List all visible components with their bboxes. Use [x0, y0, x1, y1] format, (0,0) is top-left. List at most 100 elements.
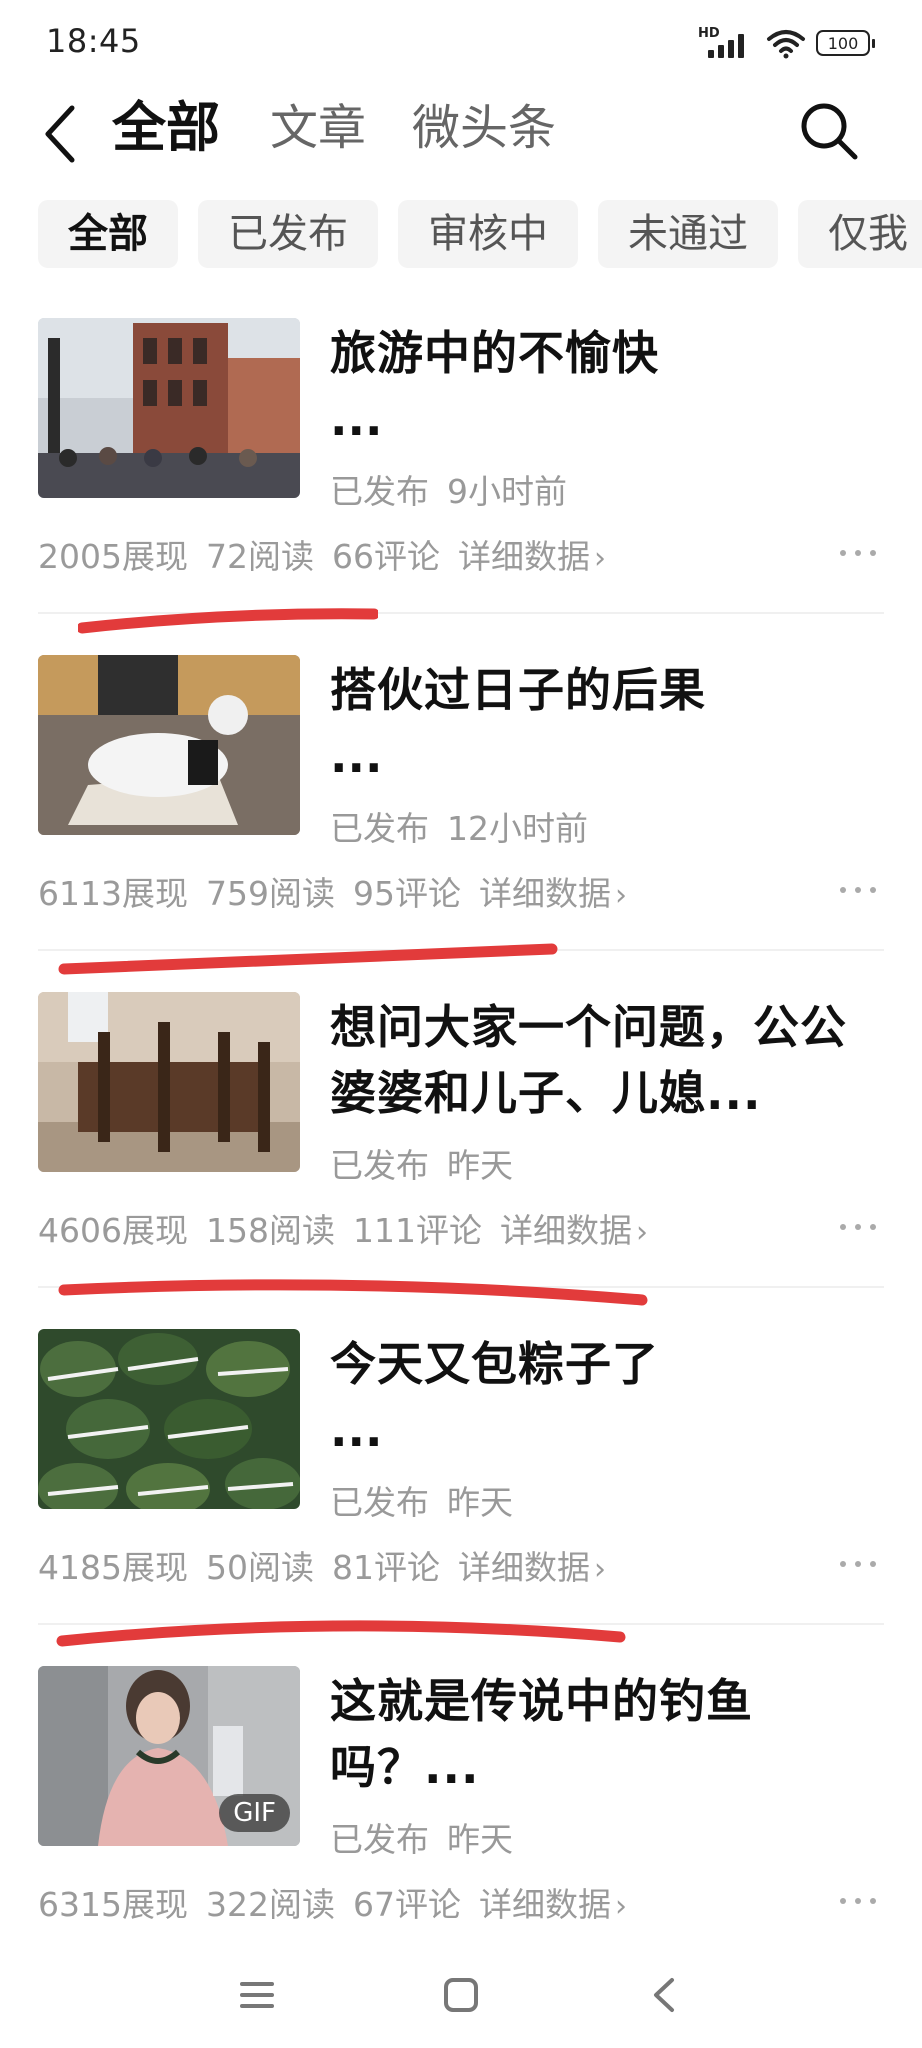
thumbnail-image[interactable] [38, 992, 300, 1172]
post-title[interactable]: 旅游中的不愉快 [330, 320, 890, 386]
comments-count: 95评论 [352, 874, 461, 913]
post-status: 已发布 12小时前 [330, 802, 588, 850]
detail-data-label: 详细数据 [457, 537, 590, 576]
comments-count: 67评论 [352, 1885, 461, 1924]
publish-status: 已发布 [330, 472, 429, 511]
post-title[interactable]: 搭伙过日子的后果 [330, 657, 890, 723]
post-stats: 6113展现 759阅读 95评论 详细数据 › [38, 867, 627, 915]
tab-all[interactable]: 全部 [112, 98, 220, 158]
thumbnail-image[interactable] [38, 655, 300, 835]
post-title[interactable]: 今天又包粽子了 [330, 1331, 890, 1397]
title-ellipsis: ... [330, 729, 383, 783]
more-options-icon[interactable] [838, 1222, 878, 1232]
chevron-right-icon: › [635, 1215, 648, 1250]
post-status: 已发布 昨天 [330, 1476, 513, 1524]
divider [38, 949, 884, 951]
list-item[interactable]: 搭伙过日子的后果 ... 已发布 12小时前 6113展现 759阅读 95评论 详细数… [38, 647, 884, 984]
detail-data-link[interactable]: 详细数据 › [479, 1885, 627, 1924]
list-item[interactable]: 今天又包粽子了 ... 已发布 昨天 4185展现 50阅读 81评论 详细数据 › [38, 1321, 884, 1658]
comments-count: 111评论 [352, 1211, 482, 1250]
detail-data-link[interactable]: 详细数据 › [458, 1548, 606, 1587]
detail-data-link[interactable]: 详细数据 › [458, 537, 606, 576]
post-status: 已发布 9小时前 [330, 465, 567, 513]
title-ellipsis: ... [330, 1403, 383, 1457]
tab-articles[interactable]: 文章 [270, 98, 366, 158]
battery-icon: 100 [816, 30, 875, 56]
reads-count: 158阅读 [205, 1211, 335, 1250]
publish-time: 9小时前 [447, 472, 567, 511]
filter-under-review[interactable]: 审核中 [398, 200, 578, 268]
nav-back-icon[interactable] [640, 1970, 690, 2020]
post-stats: 4606展现 158阅读 111评论 详细数据 › [38, 1204, 648, 1252]
impressions-count: 6315展现 [38, 1885, 188, 1924]
reads-count: 322阅读 [205, 1885, 335, 1924]
detail-data-label: 详细数据 [457, 1548, 590, 1587]
status-bar: 18:45 HD 100 [0, 0, 922, 80]
thumbnail[interactable]: GIF [38, 1666, 300, 1846]
list-item[interactable]: GIF 这就是传说中的钓鱼吗？... 已发布 昨天 6315展现 322阅读 67评论… [38, 1658, 884, 1995]
publish-status: 已发布 [330, 1820, 429, 1859]
more-options-icon[interactable] [838, 1896, 878, 1906]
reads-count: 50阅读 [205, 1548, 314, 1587]
publish-time: 昨天 [447, 1483, 513, 1522]
detail-data-link[interactable]: 详细数据 › [479, 874, 627, 913]
post-status: 已发布 昨天 [330, 1139, 513, 1187]
search-icon[interactable] [798, 100, 860, 162]
post-title[interactable]: 想问大家一个问题，公公婆婆和儿子、儿媳... [330, 994, 890, 1126]
impressions-count: 6113展现 [38, 874, 188, 913]
post-stats: 6315展现 322阅读 67评论 详细数据 › [38, 1878, 627, 1926]
more-options-icon[interactable] [838, 548, 878, 558]
publish-time: 昨天 [447, 1820, 513, 1859]
reads-count: 72阅读 [205, 537, 314, 576]
filter-only-me[interactable]: 仅我 [798, 200, 922, 268]
chevron-right-icon: › [593, 541, 606, 576]
red-annotation-line [58, 1279, 648, 1306]
filter-chips: 全部 已发布 审核中 未通过 仅我 [38, 200, 922, 268]
filter-published[interactable]: 已发布 [198, 200, 378, 268]
red-annotation-line [56, 1620, 626, 1647]
comments-count: 66评论 [331, 537, 440, 576]
divider [38, 1623, 884, 1625]
thumbnail-image[interactable] [38, 1329, 300, 1509]
gif-badge: GIF [219, 1794, 290, 1832]
more-options-icon[interactable] [838, 1559, 878, 1569]
detail-data-label: 详细数据 [499, 1211, 632, 1250]
post-status: 已发布 昨天 [330, 1813, 513, 1861]
post-title[interactable]: 这就是传说中的钓鱼吗？... [330, 1668, 890, 1800]
post-stats: 4185展现 50阅读 81评论 详细数据 › [38, 1541, 606, 1589]
red-annotation-line [78, 608, 378, 634]
detail-data-link[interactable]: 详细数据 › [500, 1211, 648, 1250]
publish-status: 已发布 [330, 809, 429, 848]
divider [38, 1286, 884, 1288]
menu-icon[interactable] [232, 1970, 282, 2020]
detail-data-label: 详细数据 [478, 1885, 611, 1924]
publish-time: 昨天 [447, 1146, 513, 1185]
tab-micro-posts[interactable]: 微头条 [412, 98, 556, 158]
list-item[interactable]: 旅游中的不愉快 ... 已发布 9小时前 2005展现 72阅读 66评论 详细数据 › [38, 310, 884, 647]
red-annotation-line [58, 943, 558, 975]
list-item[interactable]: 想问大家一个问题，公公婆婆和儿子、儿媳... 已发布 昨天 4606展现 158阅读… [38, 984, 884, 1321]
wifi-icon [767, 30, 805, 59]
back-icon[interactable] [40, 104, 80, 164]
thumbnail-image[interactable] [38, 318, 300, 498]
impressions-count: 4185展现 [38, 1548, 188, 1587]
publish-status: 已发布 [330, 1483, 429, 1522]
detail-data-label: 详细数据 [478, 874, 611, 913]
title-ellipsis: ... [330, 392, 383, 446]
chevron-right-icon: › [614, 1889, 627, 1924]
system-nav-bar [0, 1950, 922, 2040]
filter-all[interactable]: 全部 [38, 200, 178, 268]
comments-count: 81评论 [331, 1548, 440, 1587]
chevron-right-icon: › [593, 1552, 606, 1587]
signal-icon: HD [698, 26, 756, 60]
home-icon[interactable] [436, 1970, 486, 2020]
content-list: 旅游中的不愉快 ... 已发布 9小时前 2005展现 72阅读 66评论 详细数据 › … [38, 310, 884, 1995]
header: 全部 文章 微头条 [0, 92, 922, 172]
status-time: 18:45 [46, 22, 141, 60]
publish-time: 12小时前 [447, 809, 588, 848]
impressions-count: 2005展现 [38, 537, 188, 576]
publish-status: 已发布 [330, 1146, 429, 1185]
filter-rejected[interactable]: 未通过 [598, 200, 778, 268]
more-options-icon[interactable] [838, 885, 878, 895]
battery-level: 100 [827, 33, 859, 53]
